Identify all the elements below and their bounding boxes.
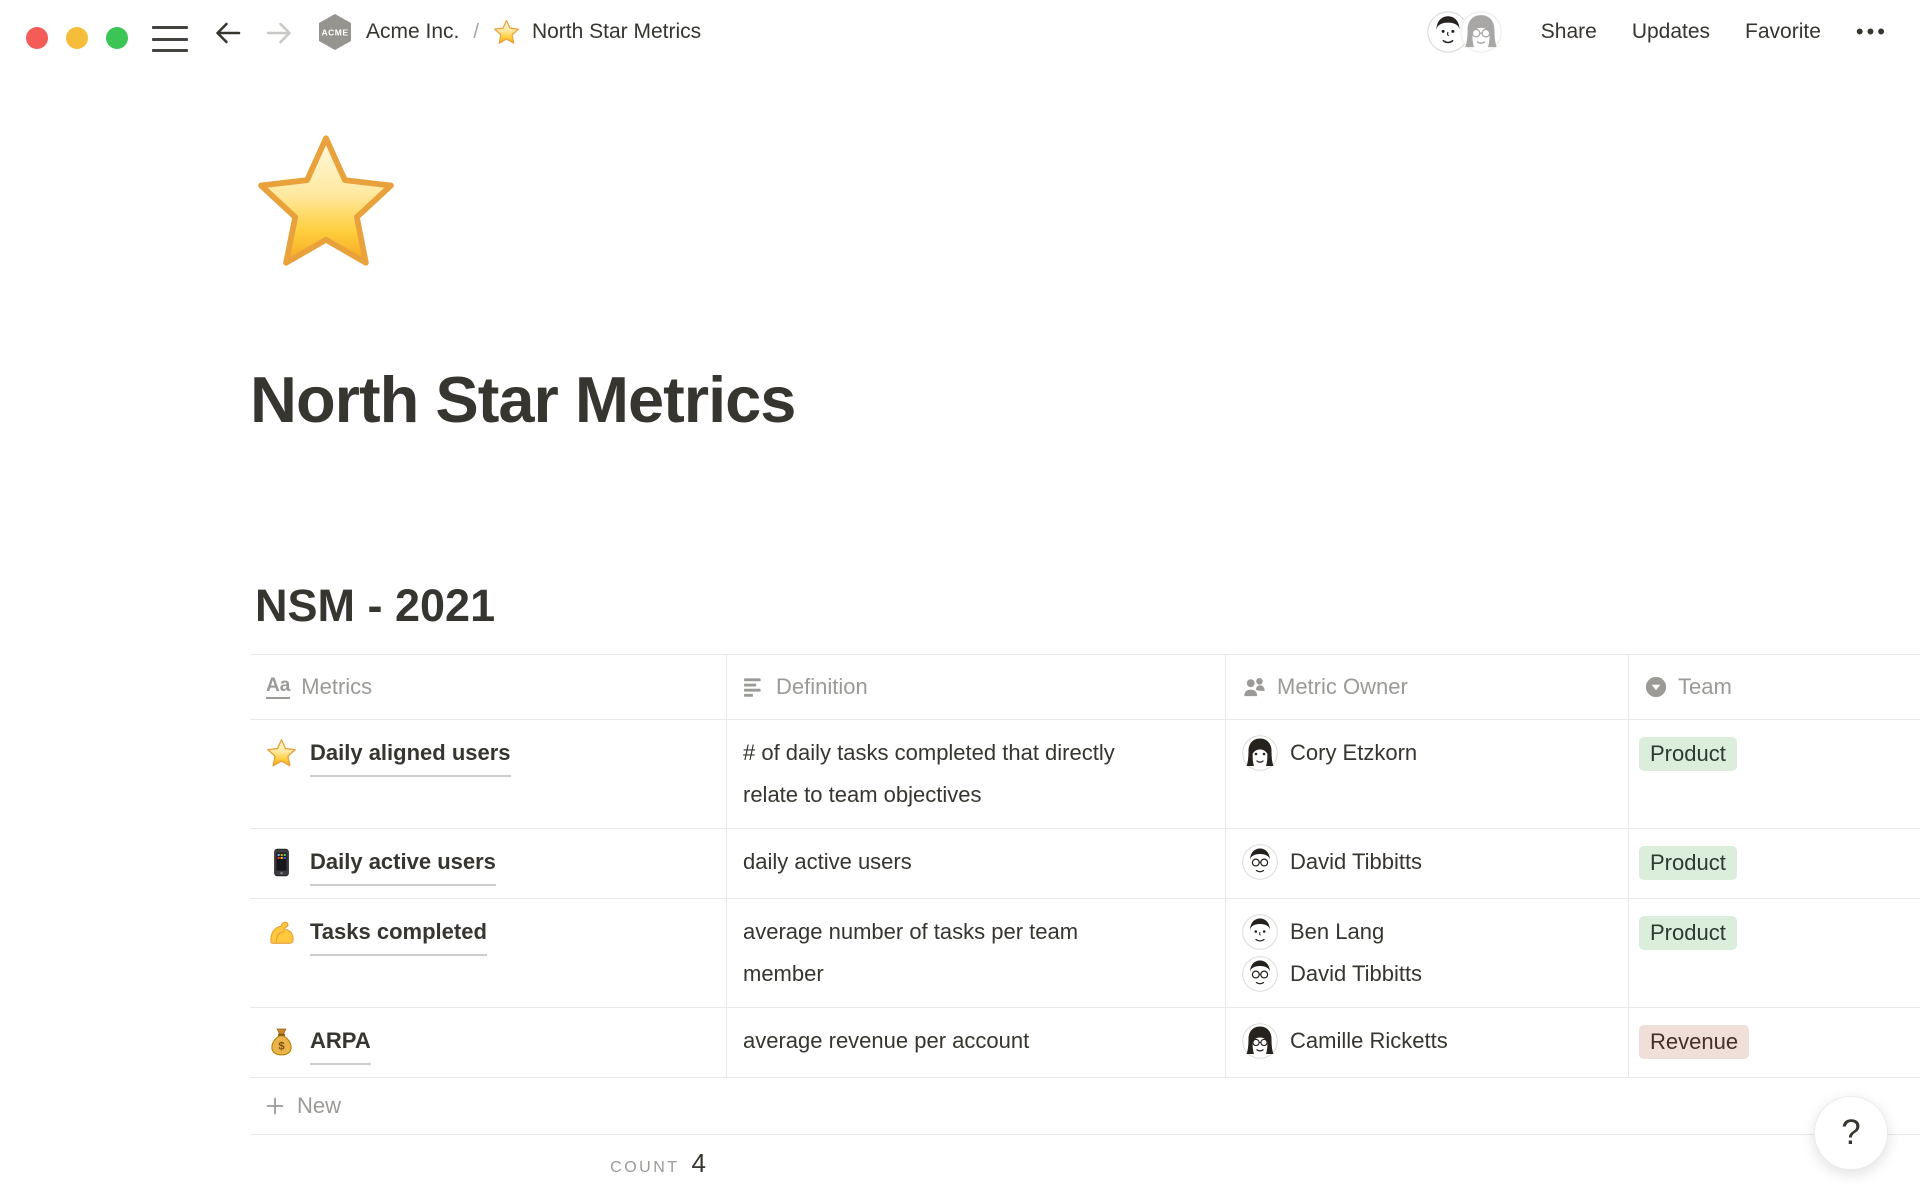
avatar-ben-lang [1242, 914, 1278, 950]
back-arrow-icon[interactable] [212, 17, 244, 49]
topbar-actions: Share Updates Favorite ••• [1427, 0, 1888, 64]
page-title[interactable]: North Star Metrics [250, 362, 795, 438]
definition-cell[interactable]: daily active users [726, 829, 1225, 898]
count-aggregate[interactable]: COUNT 4 [250, 1135, 726, 1179]
member-avatars[interactable] [1427, 11, 1502, 53]
workspace-logo-icon[interactable]: ACME [316, 12, 354, 52]
column-label: Team [1678, 667, 1732, 707]
window-top-bar: ACME Acme Inc. / North Star Metrics [0, 0, 1920, 64]
owner-name: Camille Ricketts [1290, 1020, 1448, 1062]
team-cell[interactable]: Product [1628, 720, 1920, 828]
avatar-david-tibbitts [1242, 956, 1278, 992]
definition-cell[interactable]: average number of tasks per team member [726, 899, 1225, 1007]
plus-icon [264, 1095, 286, 1117]
column-label: Definition [776, 667, 868, 707]
star-emoji-icon [266, 738, 297, 769]
column-header-definition[interactable]: Definition [726, 655, 1225, 719]
help-button[interactable]: ? [1814, 1096, 1888, 1170]
favorite-button[interactable]: Favorite [1745, 20, 1821, 44]
owner-name: Ben Lang [1290, 911, 1384, 953]
zoom-window-button[interactable] [106, 27, 128, 49]
metric-page-link[interactable]: Daily active users [310, 841, 496, 886]
minimize-window-button[interactable] [66, 27, 88, 49]
owner-cell[interactable]: David Tibbitts [1225, 829, 1628, 898]
table-row: Daily aligned users # of daily tasks com… [250, 720, 1920, 829]
team-tag-revenue[interactable]: Revenue [1639, 1025, 1749, 1059]
metric-cell-daily-active-users[interactable]: Daily active users [250, 829, 726, 898]
money-bag-emoji-icon: $ [266, 1026, 297, 1057]
column-label: Metric Owner [1277, 667, 1408, 707]
team-cell[interactable]: Product [1628, 899, 1920, 1007]
owner-name: David Tibbitts [1290, 841, 1422, 883]
page-icon-star[interactable] [252, 130, 400, 278]
count-label: COUNT [610, 1159, 679, 1176]
close-window-button[interactable] [26, 27, 48, 49]
column-header-team[interactable]: Team [1628, 655, 1920, 719]
page-star-icon [493, 19, 520, 46]
column-header-metrics[interactable]: Aa Metrics [250, 655, 726, 719]
avatar-camille-ricketts [1242, 1023, 1278, 1059]
team-tag-product[interactable]: Product [1639, 737, 1737, 771]
owner-name: David Tibbitts [1290, 953, 1422, 995]
team-cell[interactable]: Revenue [1628, 1008, 1920, 1077]
mobile-phone-emoji-icon [266, 847, 297, 878]
column-label: Metrics [301, 667, 372, 707]
owner-name: Cory Etzkorn [1290, 732, 1417, 774]
table-row: Tasks completed average number of tasks … [250, 899, 1920, 1008]
more-options-button[interactable]: ••• [1856, 19, 1888, 45]
table-header-row: Aa Metrics Definition [250, 655, 1920, 720]
flexed-biceps-emoji-icon [266, 917, 297, 948]
metric-page-link[interactable]: Daily aligned users [310, 732, 511, 777]
svg-text:$: $ [278, 1041, 285, 1053]
breadcrumb-workspace[interactable]: Acme Inc. [366, 20, 459, 44]
avatar-cory-etzkorn [1242, 735, 1278, 771]
sidebar-menu-icon[interactable] [152, 26, 188, 52]
owner-cell[interactable]: Ben Lang David Tibbitts [1225, 899, 1628, 1007]
metric-cell-arpa[interactable]: $ ARPA [250, 1008, 726, 1077]
count-value: 4 [692, 1148, 706, 1178]
svg-text:ACME: ACME [321, 28, 348, 38]
team-tag-product[interactable]: Product [1639, 916, 1737, 950]
metric-cell-daily-aligned-users[interactable]: Daily aligned users [250, 720, 726, 828]
definition-cell[interactable]: average revenue per account [726, 1008, 1225, 1077]
breadcrumb-separator: / [471, 21, 481, 44]
updates-button[interactable]: Updates [1632, 20, 1710, 44]
owner-cell[interactable]: Cory Etzkorn [1225, 720, 1628, 828]
metrics-table: Aa Metrics Definition [250, 654, 1920, 1179]
column-header-metric-owner[interactable]: Metric Owner [1225, 655, 1628, 719]
new-row-button[interactable]: New [250, 1078, 1920, 1135]
collection-title[interactable]: NSM - 2021 [255, 580, 1920, 632]
owner-cell[interactable]: Camille Ricketts [1225, 1008, 1628, 1077]
metric-page-link[interactable]: ARPA [310, 1020, 371, 1065]
metric-page-link[interactable]: Tasks completed [310, 911, 487, 956]
team-tag-product[interactable]: Product [1639, 846, 1737, 880]
metric-cell-tasks-completed[interactable]: Tasks completed [250, 899, 726, 1007]
avatar-woman-sketch[interactable] [1460, 11, 1502, 53]
collection-view: NSM - 2021 Aa Metrics Definition [250, 580, 1920, 1179]
breadcrumb-page[interactable]: North Star Metrics [532, 20, 701, 44]
table-row: Daily active users daily active users [250, 829, 1920, 899]
window-controls [26, 27, 128, 49]
share-button[interactable]: Share [1541, 20, 1597, 44]
definition-cell[interactable]: # of daily tasks completed that directly… [726, 720, 1225, 828]
text-property-icon [743, 676, 765, 698]
title-property-icon: Aa [266, 676, 290, 699]
avatar-david-tibbitts [1242, 844, 1278, 880]
table-row: $ ARPA average revenue per account [250, 1008, 1920, 1078]
select-property-icon [1645, 676, 1667, 698]
forward-arrow-icon[interactable] [263, 17, 295, 49]
team-cell[interactable]: Product [1628, 829, 1920, 898]
person-property-icon [1242, 676, 1266, 698]
breadcrumb: ACME Acme Inc. / North Star Metrics [316, 0, 701, 64]
